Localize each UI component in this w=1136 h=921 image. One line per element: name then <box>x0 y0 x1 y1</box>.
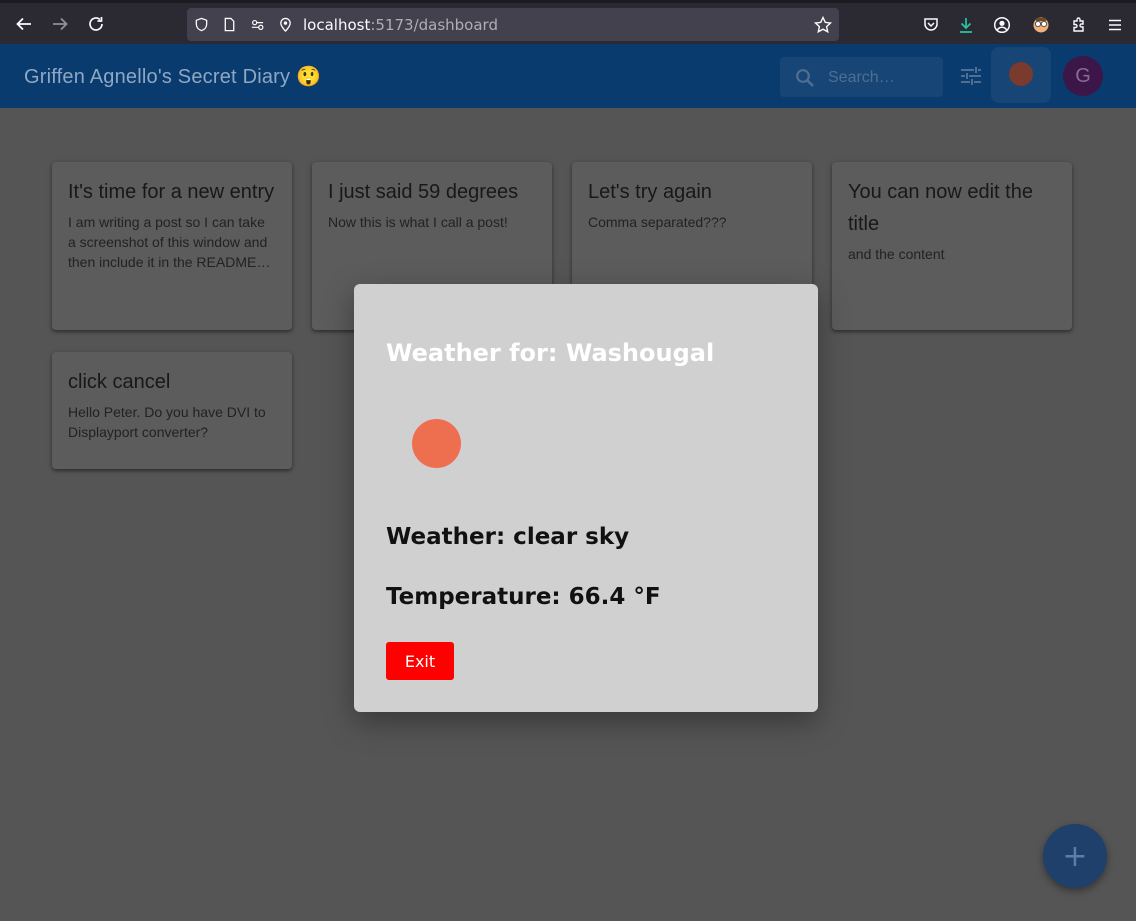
dialog-title: Weather for: Washougal <box>386 339 715 367</box>
add-entry-button[interactable]: + <box>1043 824 1107 888</box>
note-title: I just said 59 degrees <box>328 181 519 203</box>
note-card[interactable]: click cancel Hello Peter. Do you have DV… <box>52 352 292 469</box>
exit-button[interactable]: Exit <box>386 642 454 680</box>
menu-button[interactable] <box>1104 14 1126 36</box>
avatar[interactable]: G <box>1063 56 1103 96</box>
url-bar[interactable]: localhost:5173/dashboard <box>187 8 839 41</box>
pocket-icon <box>924 18 938 31</box>
extension-face-icon <box>1033 17 1049 33</box>
search-placeholder: Search… <box>828 69 895 86</box>
reload-button[interactable] <box>81 9 111 39</box>
weather-dialog: Weather for: Washougal Weather: clear sk… <box>354 284 818 712</box>
note-content: and the content <box>848 246 945 262</box>
download-icon <box>960 18 972 33</box>
extensions-button[interactable] <box>1068 14 1090 36</box>
note-content: Now this is what I call a post! <box>328 214 508 230</box>
back-button[interactable] <box>9 9 39 39</box>
note-content: I am writing a post so I can take a scre… <box>68 214 268 270</box>
extension-button[interactable] <box>1030 14 1052 36</box>
page-icon <box>215 8 243 41</box>
plus-icon: + <box>1062 838 1088 874</box>
puzzle-icon <box>1073 17 1084 32</box>
arrow-left-icon <box>16 17 31 31</box>
url-path: :5173/dashboard <box>370 15 498 34</box>
permissions-icon[interactable] <box>243 8 271 41</box>
bookmark-star-icon[interactable] <box>813 15 833 35</box>
hamburger-menu-icon <box>1109 19 1121 31</box>
weather-sun-icon <box>412 419 461 468</box>
downloads-button[interactable] <box>955 14 977 36</box>
shield-icon[interactable] <box>187 8 215 41</box>
reload-icon <box>89 17 103 31</box>
browser-toolbar: localhost:5173/dashboard <box>0 0 1136 44</box>
note-card[interactable]: It's time for a new entry I am writing a… <box>52 162 292 330</box>
note-title: click cancel <box>68 371 171 393</box>
search-icon <box>796 69 814 87</box>
note-card[interactable]: You can now edit the title and the conte… <box>832 162 1072 330</box>
location-icon[interactable] <box>271 8 299 41</box>
note-content: Hello Peter. Do you have DVI to Displayp… <box>68 404 266 440</box>
search-input[interactable]: Search… <box>780 57 943 97</box>
note-title: It's time for a new entry <box>68 181 275 203</box>
url-text[interactable]: localhost:5173/dashboard <box>303 16 498 34</box>
url-host: localhost <box>303 15 371 34</box>
app-bar: Griffen Agnello's Secret Diary 😲 Search…… <box>0 44 1136 108</box>
note-title: You can now edit the title <box>848 181 1033 235</box>
tune-filter-icon[interactable] <box>958 63 984 89</box>
weather-description: Weather: clear sky <box>386 524 630 550</box>
weather-button[interactable] <box>991 47 1051 103</box>
pocket-button[interactable] <box>920 14 942 36</box>
temperature-readout: Temperature: 66.4 °F <box>386 584 661 610</box>
app-title: Griffen Agnello's Secret Diary 😲 <box>24 66 322 88</box>
arrow-right-icon <box>53 17 68 31</box>
weather-sun-icon <box>1009 62 1033 86</box>
account-icon <box>993 16 1011 34</box>
forward-button[interactable] <box>45 9 75 39</box>
note-content: Comma separated??? <box>588 214 727 230</box>
account-button[interactable] <box>991 14 1013 36</box>
note-title: Let's try again <box>588 181 712 203</box>
